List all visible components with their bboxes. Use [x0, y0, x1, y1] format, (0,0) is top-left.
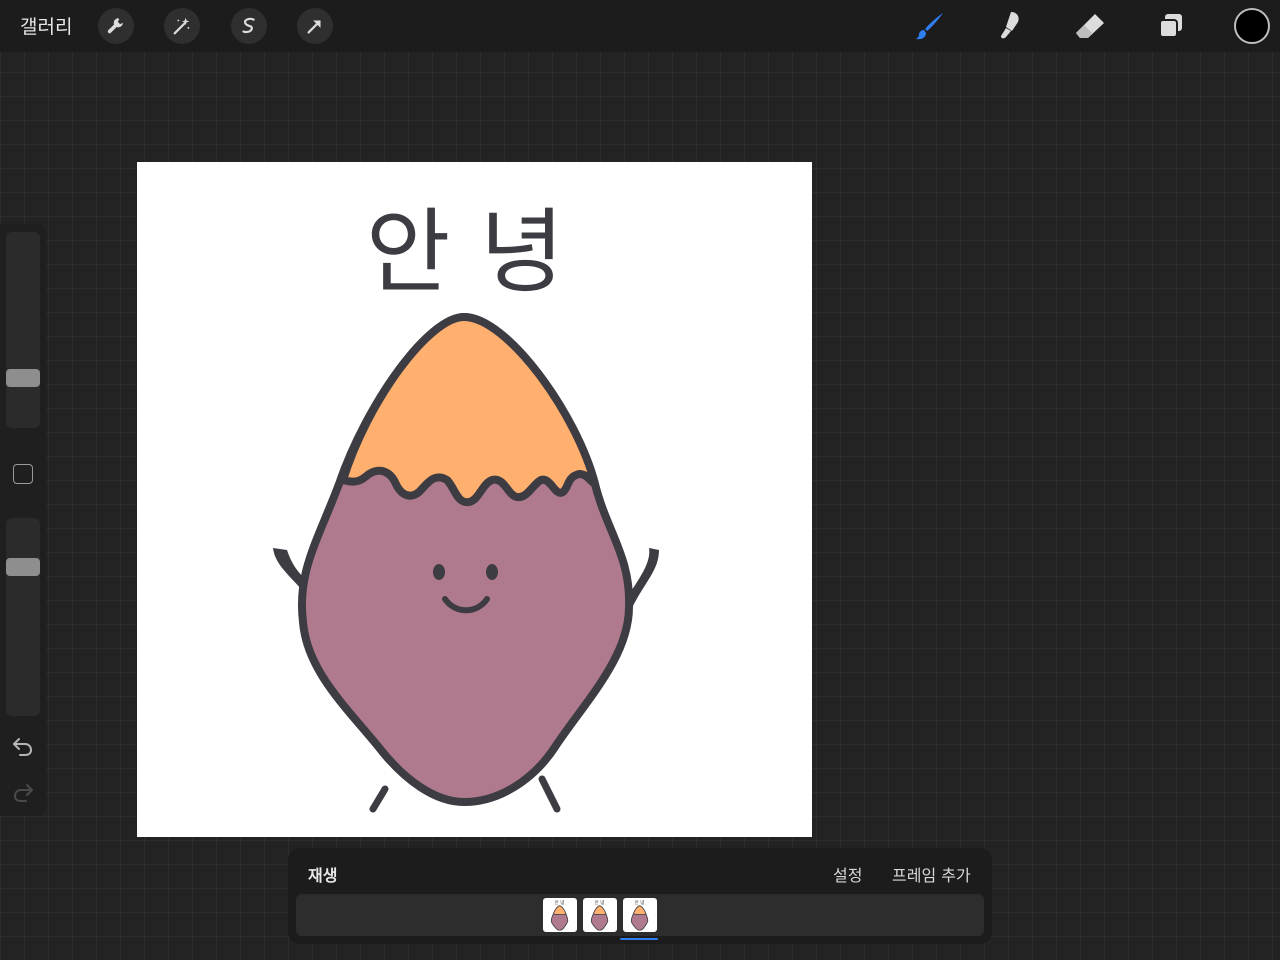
settings-button[interactable]: 설정 — [833, 862, 862, 886]
opacity-thumb[interactable] — [6, 557, 40, 576]
top-toolbar: 갤러리 — [0, 0, 1280, 52]
greeting-text: 안 녕 — [366, 199, 565, 306]
undo-icon[interactable] — [11, 736, 35, 762]
frame-thumbnail[interactable]: 안 녕 — [543, 898, 577, 932]
brush-size-thumb[interactable] — [6, 369, 40, 388]
brush-icon[interactable] — [910, 8, 950, 44]
modify-button[interactable] — [13, 464, 33, 484]
magic-wand-icon[interactable] — [164, 8, 200, 44]
gallery-button[interactable]: 갤러리 — [20, 12, 72, 39]
brush-size-slider[interactable] — [6, 232, 40, 428]
right-eye — [486, 564, 498, 580]
animation-assist-panel: 재생 설정 프레임 추가 안 녕 안 녕 안 녕 — [288, 848, 992, 944]
transform-arrow-icon[interactable] — [297, 8, 333, 44]
svg-text:안 녕: 안 녕 — [595, 899, 605, 906]
frame-thumbnail[interactable]: 안 녕 — [583, 898, 617, 932]
wrench-icon[interactable] — [98, 8, 134, 44]
frame-timeline[interactable]: 안 녕 안 녕 안 녕 — [296, 894, 984, 940]
eraser-icon[interactable] — [1070, 8, 1110, 44]
selected-frame-indicator — [620, 938, 658, 940]
opacity-slider[interactable] — [6, 518, 40, 716]
redo-icon[interactable] — [11, 782, 35, 808]
right-arm — [629, 548, 659, 606]
potato-flesh — [339, 313, 599, 507]
left-leg — [369, 785, 389, 813]
sweet-potato-illustration: 안 녕 — [273, 199, 659, 813]
drawing-canvas[interactable]: 안 녕 — [137, 162, 812, 837]
layers-icon[interactable] — [1151, 8, 1191, 44]
svg-text:안 녕: 안 녕 — [555, 899, 565, 906]
play-button[interactable]: 재생 — [308, 862, 337, 886]
selection-icon[interactable] — [231, 8, 267, 44]
left-eye — [433, 564, 445, 580]
add-frame-button[interactable]: 프레임 추가 — [892, 862, 971, 886]
svg-text:안 녕: 안 녕 — [635, 899, 645, 906]
left-sidebar — [0, 224, 46, 816]
color-picker-swatch[interactable] — [1234, 8, 1270, 44]
right-leg — [538, 775, 561, 813]
smudge-icon[interactable] — [990, 8, 1030, 44]
frame-thumbnail-selected[interactable]: 안 녕 — [623, 898, 657, 932]
